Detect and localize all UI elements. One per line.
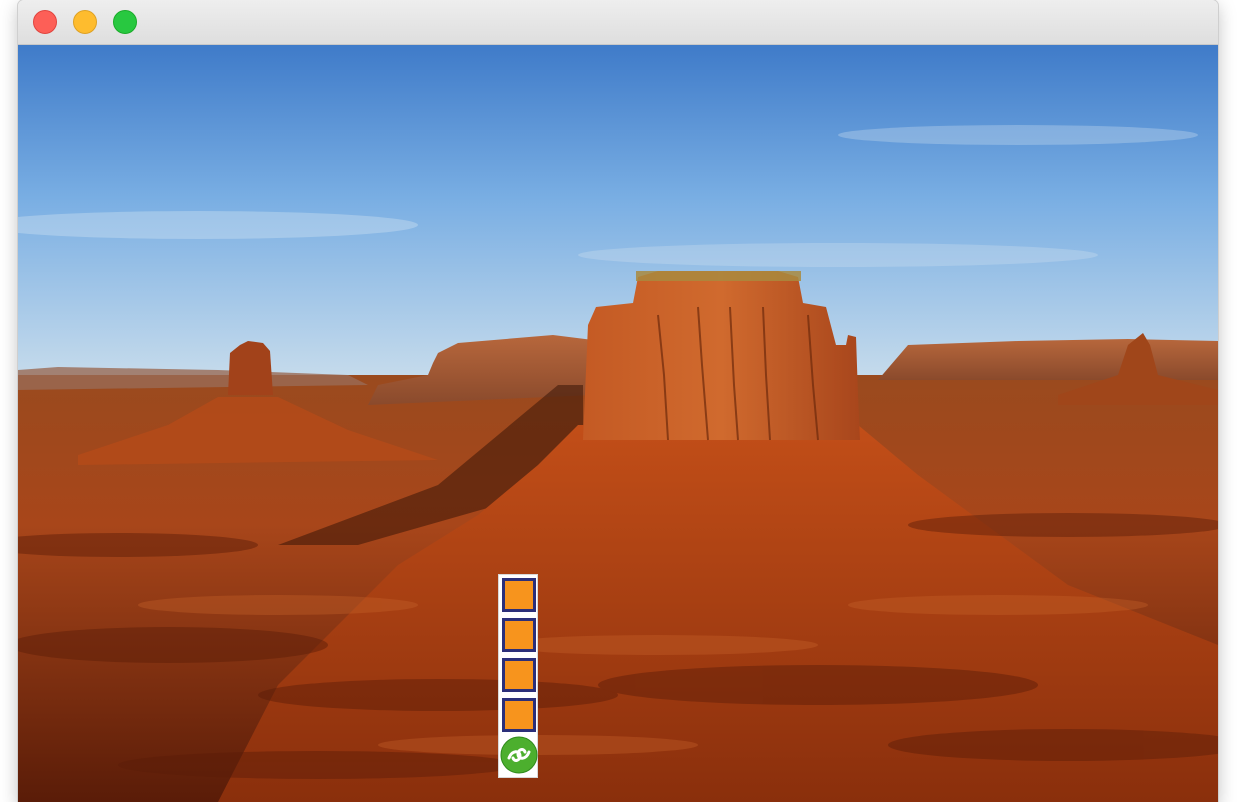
floating-toolstrip: [498, 574, 538, 778]
orange-square-icon[interactable]: [502, 658, 536, 692]
desert-mesa-landscape-icon: [18, 45, 1218, 802]
title-bar[interactable]: [18, 0, 1218, 45]
app-window: [18, 0, 1218, 802]
green-swirl-logo-icon[interactable]: [500, 736, 538, 774]
close-window-button[interactable]: [33, 10, 57, 34]
orange-square-icon[interactable]: [502, 698, 536, 732]
zoom-window-button[interactable]: [113, 10, 137, 34]
orange-square-icon[interactable]: [502, 578, 536, 612]
orange-square-icon[interactable]: [502, 618, 536, 652]
minimize-window-button[interactable]: [73, 10, 97, 34]
